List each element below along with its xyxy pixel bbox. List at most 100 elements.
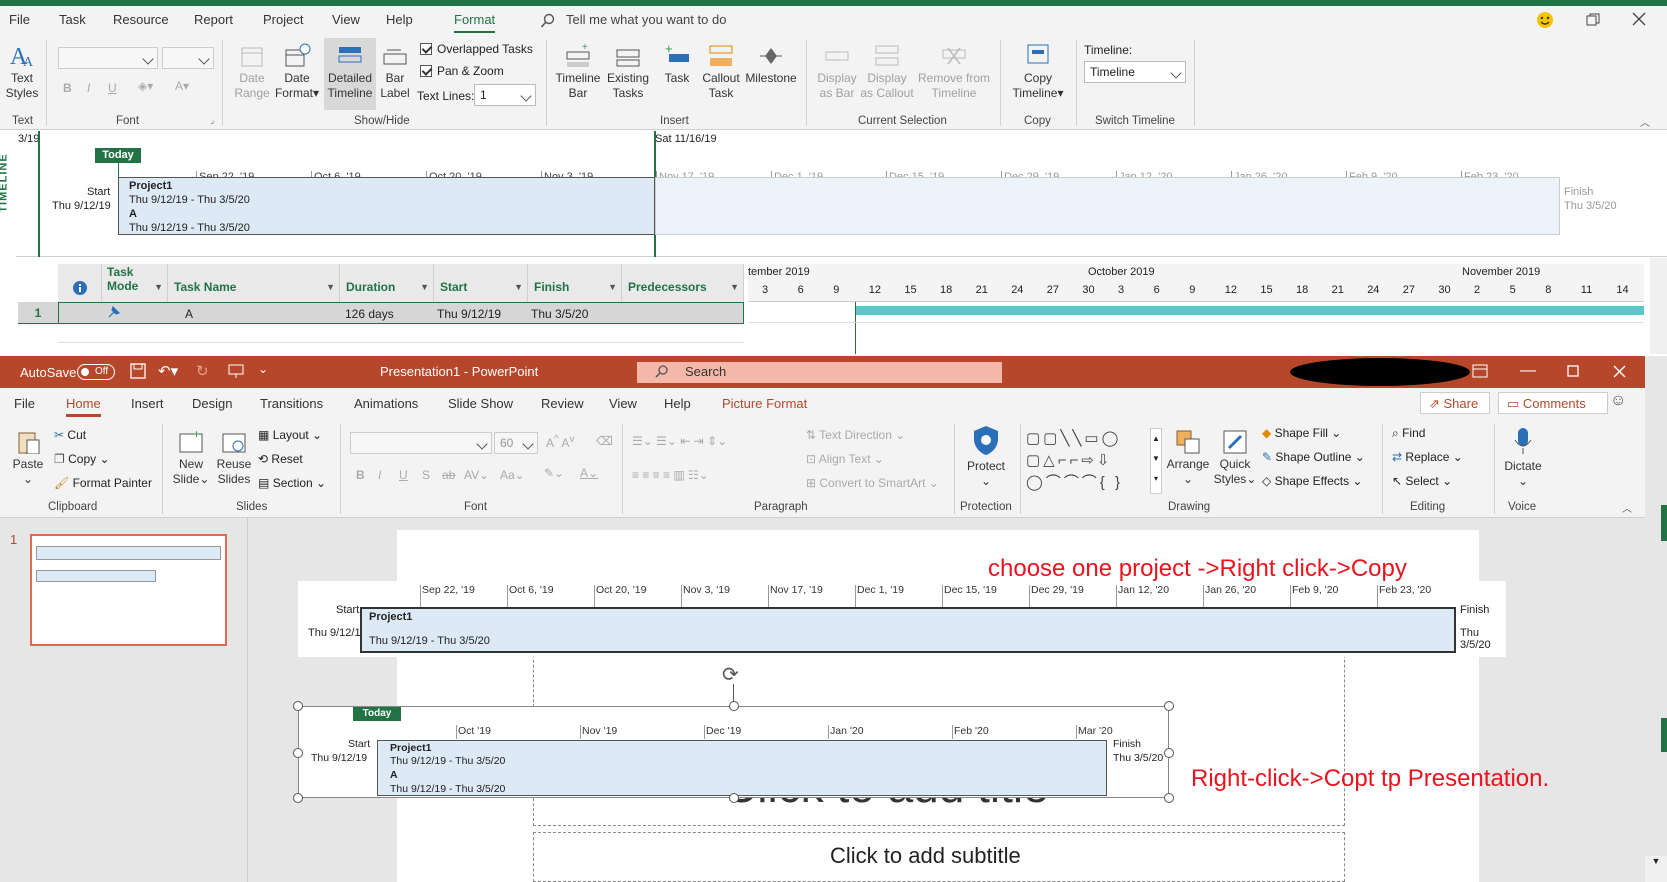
close-icon[interactable] bbox=[1632, 12, 1646, 29]
align-icons[interactable]: ≡ ≡ ≡ ≡ ▥ ☷⌄ bbox=[632, 468, 709, 482]
restore-icon[interactable] bbox=[1585, 12, 1601, 31]
convert-smartart-button[interactable]: ⊞ Convert to SmartArt ⌄ bbox=[806, 476, 939, 490]
dialog-launcher-icon[interactable]: ⌟ bbox=[210, 115, 214, 126]
replace-button[interactable]: ⇄ Replace ⌄ bbox=[1392, 450, 1463, 464]
pasted-project1-bar[interactable]: Project1 Thu 9/12/19 - Thu 3/5/20 bbox=[360, 607, 1456, 653]
align-text-button[interactable]: ⊡ Align Text ⌄ bbox=[806, 452, 884, 466]
table-row[interactable]: A 126 days Thu 9/12/19 Thu 3/5/20 bbox=[58, 302, 744, 324]
font-color-icon[interactable]: A⌄ bbox=[580, 466, 598, 480]
insert-task-button[interactable]: + Task bbox=[656, 42, 698, 86]
maximize-icon[interactable] bbox=[1567, 365, 1579, 380]
tab-picture-format[interactable]: Picture Format bbox=[722, 396, 807, 411]
date-range-button[interactable]: Date Range bbox=[230, 42, 274, 101]
highlight-icon[interactable]: ✎⌄ bbox=[544, 466, 564, 480]
rotate-handle-icon[interactable]: ⟳ bbox=[722, 662, 739, 687]
timeline-bar-area[interactable]: Project1 Thu 9/12/19 - Thu 3/5/20 A Thu … bbox=[118, 177, 655, 235]
italic-icon[interactable]: I bbox=[378, 468, 381, 482]
underline-icon[interactable]: U bbox=[399, 468, 408, 482]
font-color-icon[interactable]: A▾ bbox=[175, 79, 189, 93]
display-as-bar-button[interactable]: Display as Bar bbox=[812, 42, 862, 101]
shapes-scrollbar[interactable]: ▲ ▼ ▾ bbox=[1150, 428, 1162, 494]
minimize-icon[interactable]: — bbox=[1520, 362, 1536, 380]
find-button[interactable]: ⌕ Find bbox=[1392, 426, 1425, 441]
quick-styles-button[interactable]: Quick Styles⌄ bbox=[1212, 428, 1258, 487]
bar-label-button[interactable]: Bar Label bbox=[378, 42, 412, 101]
date-format-button[interactable]: Date Format▾ bbox=[274, 42, 320, 101]
change-case-icon[interactable]: Aa⌄ bbox=[500, 468, 525, 482]
text-lines-combo[interactable]: 1 bbox=[474, 84, 536, 106]
pasted-timeline-project1[interactable]: Sep 22, '19 Oct 6, '19 Oct 20, '19 Nov 3, '… bbox=[298, 581, 1506, 657]
tab-slide-show[interactable]: Slide Show bbox=[448, 396, 513, 411]
text-styles-button[interactable]: AA Text Styles bbox=[4, 42, 40, 101]
shape-fill-button[interactable]: ◆ Shape Fill ⌄ bbox=[1262, 426, 1341, 440]
pasted-timeline-detailed[interactable]: Today Oct '19 Nov '19 Dec '19 Jan '20 Feb '2… bbox=[298, 706, 1169, 798]
shadow-icon[interactable]: S bbox=[422, 468, 430, 482]
clear-format-icon[interactable]: ⌫ bbox=[596, 434, 613, 448]
comments-button[interactable]: ▭ Comments bbox=[1498, 392, 1608, 414]
smiley-icon[interactable] bbox=[1536, 11, 1554, 32]
tab-view[interactable]: View bbox=[332, 12, 360, 27]
remove-from-timeline-button[interactable]: Remove from Timeline bbox=[914, 42, 994, 101]
share-button[interactable]: ⇗ Share bbox=[1420, 392, 1490, 414]
task-name-header[interactable]: Task Name ▼ bbox=[168, 264, 340, 302]
grid-scrollbar[interactable] bbox=[1650, 258, 1667, 354]
bold-icon[interactable]: B bbox=[63, 81, 72, 95]
finish-cell[interactable]: Thu 3/5/20 bbox=[531, 307, 588, 321]
resize-handle[interactable] bbox=[729, 701, 739, 711]
reset-button[interactable]: ⟲ Reset bbox=[258, 452, 303, 466]
shape-effects-button[interactable]: ◇ Shape Effects ⌄ bbox=[1262, 474, 1362, 488]
overlapped-tasks-checkbox[interactable]: Overlapped Tasks bbox=[420, 42, 533, 56]
resize-handle[interactable] bbox=[293, 748, 303, 758]
tab-insert[interactable]: Insert bbox=[131, 396, 164, 411]
resize-handle[interactable] bbox=[1164, 793, 1174, 803]
cut-button[interactable]: ✂ Cut bbox=[54, 428, 86, 442]
task-name-cell[interactable]: A bbox=[185, 307, 193, 321]
tab-file[interactable]: File bbox=[9, 12, 30, 27]
undo-icon[interactable]: ↶▾ bbox=[158, 362, 178, 380]
existing-tasks-button[interactable]: Existing Tasks bbox=[604, 42, 652, 101]
scroll-down-icon[interactable]: ▼ bbox=[1645, 856, 1667, 882]
callout-task-button[interactable]: Callout Task bbox=[698, 42, 744, 101]
search-box[interactable]: Search bbox=[637, 362, 1002, 383]
milestone-button[interactable]: Milestone bbox=[744, 42, 798, 86]
row-id[interactable]: 1 bbox=[18, 302, 58, 324]
copy-button[interactable]: ❐ Copy ⌄ bbox=[54, 452, 110, 466]
dictate-button[interactable]: Dictate ⌄ bbox=[1500, 426, 1546, 489]
timeline-switch-combo[interactable]: Timeline bbox=[1084, 61, 1186, 83]
tab-help[interactable]: Help bbox=[386, 12, 413, 27]
tab-report[interactable]: Report bbox=[194, 12, 233, 27]
resize-handle[interactable] bbox=[729, 793, 739, 803]
collapse-ribbon-icon[interactable]: ︿ bbox=[1622, 500, 1632, 515]
collapse-ribbon-icon[interactable]: ︿ bbox=[1640, 114, 1650, 129]
slide-thumbnail[interactable] bbox=[30, 534, 227, 646]
font-size-combo[interactable] bbox=[162, 47, 214, 69]
new-slide-button[interactable]: + New Slide⌄ bbox=[170, 428, 212, 487]
subtitle-placeholder[interactable]: Click to add subtitle bbox=[533, 832, 1345, 882]
grow-font-icon[interactable]: A^ Av bbox=[546, 434, 574, 450]
tab-design[interactable]: Design bbox=[192, 396, 232, 411]
ppt-font-name-combo[interactable] bbox=[350, 432, 492, 454]
display-as-callout-button[interactable]: Display as Callout bbox=[860, 42, 914, 101]
ribbon-display-icon[interactable] bbox=[1472, 364, 1488, 381]
duration-cell[interactable]: 126 days bbox=[345, 307, 394, 321]
format-painter-button[interactable]: 🖌 Format Painter bbox=[54, 476, 152, 490]
tab-help[interactable]: Help bbox=[664, 396, 691, 411]
detailed-timeline-button[interactable]: Detailed Timeline bbox=[324, 38, 376, 110]
font-name-combo[interactable] bbox=[58, 47, 158, 69]
section-button[interactable]: ▤ Section ⌄ bbox=[258, 476, 326, 490]
pasted2-bar[interactable]: Project1 Thu 9/12/19 - Thu 3/5/20 A Thu … bbox=[377, 740, 1107, 796]
save-icon[interactable] bbox=[130, 363, 146, 382]
arrange-button[interactable]: Arrange ⌄ bbox=[1166, 428, 1210, 487]
tab-format[interactable]: Format bbox=[454, 12, 496, 33]
tab-view[interactable]: View bbox=[609, 396, 637, 411]
ppt-font-size-combo[interactable]: 60 bbox=[494, 432, 538, 454]
select-button[interactable]: ↖ Select ⌄ bbox=[1392, 474, 1452, 488]
protect-button[interactable]: Protect ⌄ bbox=[960, 424, 1012, 489]
present-icon[interactable] bbox=[228, 363, 244, 382]
start-header[interactable]: Start ▼ bbox=[434, 264, 528, 302]
redo-icon[interactable]: ↻ bbox=[196, 362, 209, 380]
tab-animations[interactable]: Animations bbox=[354, 396, 418, 411]
bold-icon[interactable]: B bbox=[356, 468, 365, 482]
tab-home[interactable]: Home bbox=[66, 396, 101, 417]
tell-me-box[interactable]: Tell me what you want to do bbox=[566, 12, 726, 27]
